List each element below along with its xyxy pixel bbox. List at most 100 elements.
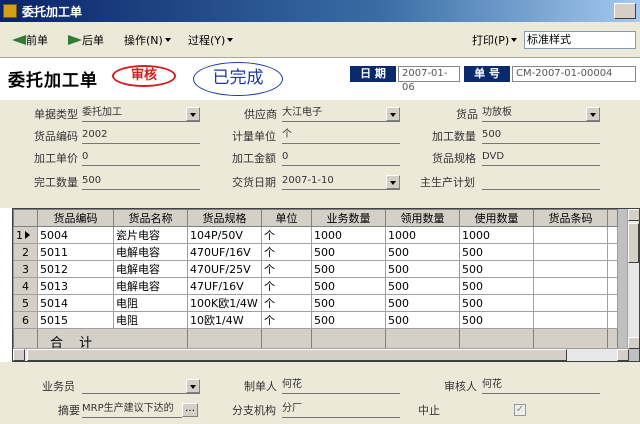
row-header[interactable]: 6 <box>13 311 38 329</box>
table-cell[interactable]: 500 <box>311 311 386 329</box>
table-row[interactable]: 5 5014 电阻 100K欧1/4W 个 500 500 500 <box>13 294 618 312</box>
column-header[interactable]: 使用数量 <box>459 209 534 227</box>
date-field[interactable]: 2007-01-06 <box>398 66 460 93</box>
table-cell[interactable]: 500 <box>385 260 460 278</box>
scroll-right-icon[interactable] <box>617 349 629 361</box>
detail-grid[interactable]: 货品编码 货品名称 货品规格 单位 业务数量 领用数量 使用数量 货品条码 1 5004 瓷片电容… <box>12 208 640 362</box>
column-header[interactable]: 业务数量 <box>311 209 386 227</box>
summary-field[interactable]: MRP生产建议下达的 <box>82 402 182 418</box>
table-cell[interactable]: 500 <box>459 311 534 329</box>
table-row[interactable]: 3 5012 电解电容 470UF/25V 个 500 500 500 <box>13 260 618 278</box>
stop-checkbox[interactable]: ✓ <box>514 404 526 416</box>
price-field[interactable]: 0 <box>82 150 200 166</box>
row-header[interactable]: 5 <box>13 294 38 312</box>
table-cell[interactable] <box>533 243 608 261</box>
table-row[interactable]: 4 5013 电解电容 47UF/16V 个 500 500 500 <box>13 277 618 295</box>
table-cell[interactable]: 个 <box>261 260 312 278</box>
table-cell[interactable] <box>533 294 608 312</box>
table-cell[interactable]: 个 <box>261 226 312 244</box>
table-row[interactable]: 2 5011 电解电容 470UF/16V 个 500 500 500 <box>13 243 618 261</box>
delivery-date-field[interactable]: 2007-1-10 <box>282 174 400 190</box>
table-cell[interactable]: 个 <box>261 311 312 329</box>
dropdown-icon[interactable] <box>186 107 200 121</box>
table-cell[interactable]: 500 <box>385 294 460 312</box>
table-cell[interactable]: 500 <box>459 294 534 312</box>
column-header[interactable]: 货品编码 <box>37 209 114 227</box>
ellipsis-icon[interactable]: … <box>182 403 198 417</box>
doc-type-field[interactable]: 委托加工 <box>82 106 200 122</box>
table-cell[interactable]: 电阻 <box>113 311 188 329</box>
table-cell[interactable]: 5014 <box>37 294 114 312</box>
table-cell[interactable]: 5011 <box>37 243 114 261</box>
print-style-select[interactable]: 标准样式 <box>524 31 636 49</box>
next-button[interactable]: 后单 <box>68 32 104 50</box>
table-cell[interactable]: 500 <box>385 277 460 295</box>
scroll-left-icon[interactable] <box>13 349 25 361</box>
horizontal-scrollbar[interactable] <box>13 348 629 361</box>
column-header[interactable]: 货品名称 <box>113 209 188 227</box>
table-row[interactable]: 1 5004 瓷片电容 104P/50V 个 1000 1000 1000 <box>13 226 618 244</box>
row-header[interactable]: 3 <box>13 260 38 278</box>
row-header[interactable]: 4 <box>13 277 38 295</box>
window-control-button[interactable] <box>614 3 636 19</box>
vertical-scrollbar[interactable] <box>627 209 639 349</box>
table-cell[interactable] <box>533 226 608 244</box>
table-cell[interactable]: 500 <box>459 277 534 295</box>
table-cell[interactable]: 个 <box>261 277 312 295</box>
table-cell[interactable]: 5012 <box>37 260 114 278</box>
spec-field[interactable]: DVD <box>482 150 600 166</box>
goods-field[interactable]: 功放板 <box>482 106 600 122</box>
amount-field[interactable]: 0 <box>282 150 400 166</box>
table-cell[interactable] <box>533 277 608 295</box>
column-header[interactable]: 货品条码 <box>533 209 608 227</box>
table-cell[interactable] <box>533 260 608 278</box>
table-cell[interactable]: 500 <box>385 243 460 261</box>
operate-menu[interactable]: 操作(N) <box>124 32 171 50</box>
table-cell[interactable]: 个 <box>261 243 312 261</box>
table-cell[interactable]: 500 <box>311 260 386 278</box>
number-field[interactable]: CM-2007-01-00004 <box>512 66 636 82</box>
table-cell[interactable]: 1000 <box>385 226 460 244</box>
column-header[interactable]: 货品规格 <box>187 209 262 227</box>
table-cell[interactable]: 470UF/25V <box>187 260 262 278</box>
supplier-field[interactable]: 大江电子 <box>282 106 400 122</box>
table-cell[interactable]: 470UF/16V <box>187 243 262 261</box>
scroll-down-icon[interactable] <box>628 337 639 349</box>
process-menu[interactable]: 过程(Y) <box>188 32 234 50</box>
table-row[interactable]: 6 5015 电阻 10欧1/4W 个 500 500 500 <box>13 311 618 329</box>
table-cell[interactable]: 500 <box>311 277 386 295</box>
table-cell[interactable]: 104P/50V <box>187 226 262 244</box>
table-cell[interactable]: 瓷片电容 <box>113 226 188 244</box>
table-cell[interactable]: 500 <box>311 294 386 312</box>
table-cell[interactable]: 500 <box>459 260 534 278</box>
table-cell[interactable]: 电阻 <box>113 294 188 312</box>
scroll-up-icon[interactable] <box>628 209 639 221</box>
table-cell[interactable]: 电解电容 <box>113 277 188 295</box>
row-header[interactable]: 1 <box>13 226 38 244</box>
table-cell[interactable]: 10欧1/4W <box>187 311 262 329</box>
dropdown-icon[interactable] <box>586 107 600 121</box>
goods-code-field[interactable]: 2002 <box>82 128 200 144</box>
table-cell[interactable]: 1000 <box>459 226 534 244</box>
table-cell[interactable]: 500 <box>459 243 534 261</box>
table-cell[interactable]: 5015 <box>37 311 114 329</box>
print-menu[interactable]: 打印(P) <box>472 32 518 50</box>
scroll-thumb[interactable] <box>628 223 639 263</box>
done-qty-field[interactable]: 500 <box>82 174 200 190</box>
branch-field[interactable]: 分厂 <box>282 402 400 418</box>
dropdown-icon[interactable] <box>386 175 400 189</box>
row-header[interactable]: 2 <box>13 243 38 261</box>
dropdown-icon[interactable] <box>186 379 200 393</box>
table-cell[interactable]: 个 <box>261 294 312 312</box>
salesman-field[interactable] <box>82 378 200 394</box>
table-cell[interactable]: 100K欧1/4W <box>187 294 262 312</box>
table-cell[interactable]: 5004 <box>37 226 114 244</box>
table-cell[interactable]: 500 <box>311 243 386 261</box>
scroll-thumb[interactable] <box>27 349 567 361</box>
table-cell[interactable]: 电解电容 <box>113 260 188 278</box>
table-cell[interactable]: 500 <box>385 311 460 329</box>
qty-field[interactable]: 500 <box>482 128 600 144</box>
dropdown-icon[interactable] <box>386 107 400 121</box>
prev-button[interactable]: 前单 <box>12 32 48 50</box>
column-header[interactable]: 单位 <box>261 209 312 227</box>
